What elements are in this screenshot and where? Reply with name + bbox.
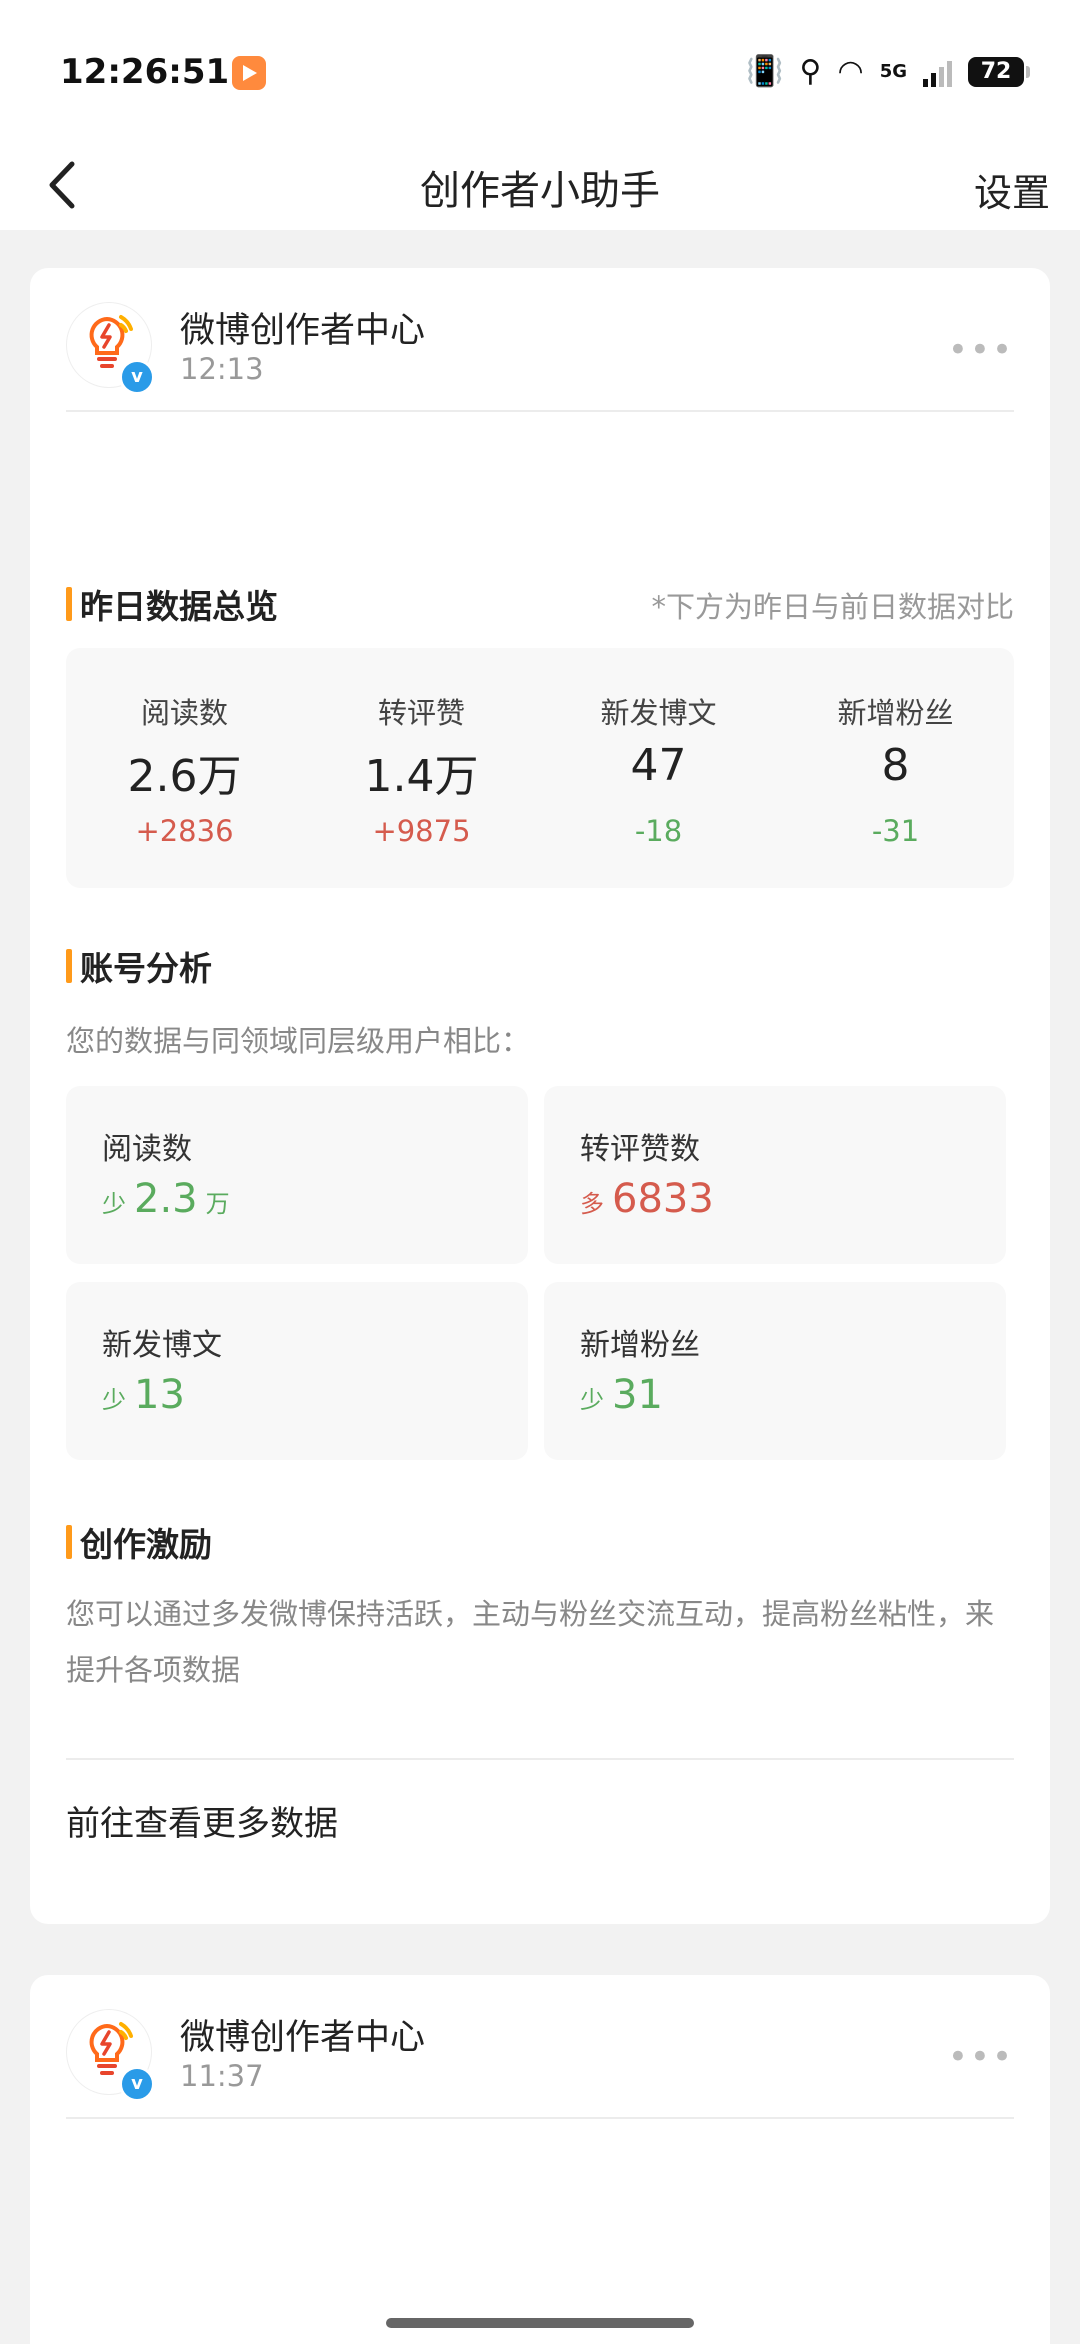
verified-badge-icon: v bbox=[119, 359, 155, 395]
stat-value: 47 bbox=[630, 740, 687, 791]
network-type: 5G bbox=[879, 61, 907, 82]
stat-delta: -31 bbox=[871, 814, 920, 848]
page-title: 创作者小助手 bbox=[420, 168, 660, 214]
analysis-cell-reads: 阅读数 少 2.3 万 bbox=[66, 1086, 528, 1264]
stat-label: 阅读数 bbox=[140, 696, 228, 730]
comparison-number: 31 bbox=[612, 1372, 663, 1418]
comparison-direction: 多 bbox=[580, 1190, 604, 1218]
analysis-subtitle: 您的数据与同领域同层级用户相比： bbox=[66, 1024, 531, 1058]
more-options-icon[interactable]: ••• bbox=[948, 2037, 1014, 2077]
video-app-icon bbox=[232, 56, 266, 90]
status-time: 12:26:51 bbox=[60, 52, 230, 92]
sender-name[interactable]: 微博创作者中心 bbox=[180, 2009, 425, 2060]
message-card: v 微博创作者中心 12:13 ••• 昨日数据总览 *下方为昨日与前日数据对比… bbox=[30, 268, 1050, 1924]
avatar[interactable]: v bbox=[66, 302, 155, 395]
stat-delta: +2836 bbox=[135, 814, 234, 848]
view-more-data-link[interactable]: 前往查看更多数据 bbox=[66, 1796, 338, 1845]
analysis-cell-new-posts: 新发博文 少 13 bbox=[66, 1282, 528, 1460]
analysis-value: 少 31 bbox=[580, 1372, 663, 1418]
analysis-label: 新增粉丝 bbox=[580, 1328, 700, 1363]
stat-label: 新增粉丝 bbox=[837, 696, 954, 730]
sender-name[interactable]: 微博创作者中心 bbox=[180, 302, 425, 353]
stat-value: 1.4万 bbox=[364, 751, 479, 802]
settings-button[interactable]: 设置 bbox=[974, 162, 1050, 217]
analysis-value: 少 13 bbox=[102, 1372, 185, 1418]
message-time: 12:13 bbox=[180, 352, 264, 386]
analysis-label: 新发博文 bbox=[102, 1328, 222, 1363]
stat-value: 2.6万 bbox=[127, 751, 242, 802]
analysis-label: 阅读数 bbox=[102, 1132, 192, 1167]
avatar[interactable]: v bbox=[66, 2009, 155, 2102]
message-header: v 微博创作者中心 12:13 ••• bbox=[66, 290, 1014, 412]
message-header: v 微博创作者中心 11:37 ••• bbox=[66, 1997, 1014, 2119]
home-indicator[interactable] bbox=[386, 2318, 694, 2328]
analysis-cell-engagement: 转评赞数 多 6833 bbox=[544, 1086, 1006, 1264]
analysis-value: 少 2.3 万 bbox=[102, 1176, 230, 1222]
comparison-number: 6833 bbox=[612, 1176, 714, 1222]
comparison-direction: 少 bbox=[580, 1386, 604, 1414]
more-options-icon[interactable]: ••• bbox=[948, 330, 1014, 370]
analysis-title: 账号分析 bbox=[66, 942, 212, 990]
incentive-text: 您可以通过多发微博保持活跃，主动与粉丝交流互动，提高粉丝粘性，来提升各项数据 bbox=[66, 1597, 995, 1687]
nav-bar: 创作者小助手 设置 bbox=[0, 140, 1080, 230]
wifi-icon: ◠ bbox=[837, 54, 864, 89]
comparison-unit: 万 bbox=[205, 1190, 230, 1218]
analysis-label: 转评赞数 bbox=[580, 1132, 700, 1167]
status-bar: 12:26:51 📳 ⚲ ◠ 5G 72 bbox=[0, 0, 1080, 140]
message-card: v 微博创作者中心 11:37 ••• bbox=[30, 1975, 1050, 2344]
stat-label: 转评赞 bbox=[377, 696, 465, 730]
battery-icon: 72 bbox=[968, 57, 1030, 87]
vibrate-icon: 📳 bbox=[746, 54, 784, 89]
overview-title: 昨日数据总览 bbox=[66, 580, 278, 628]
incentive-title: 创作激励 bbox=[66, 1518, 212, 1566]
signal-icon bbox=[923, 57, 952, 87]
overview-stats: 阅读数 2.6万 +2836 转评赞 1.4万 +9875 新发博文 47 -1… bbox=[66, 648, 1014, 888]
verified-badge-icon: v bbox=[119, 2066, 155, 2102]
stat-delta: +9875 bbox=[372, 814, 471, 848]
stat-delta: -18 bbox=[634, 814, 683, 848]
comparison-direction: 少 bbox=[102, 1386, 126, 1414]
analysis-value: 多 6833 bbox=[580, 1176, 714, 1222]
stat-value: 8 bbox=[881, 740, 910, 791]
status-icons: 📳 ⚲ ◠ 5G 72 bbox=[746, 52, 1030, 92]
comparison-number: 2.3 bbox=[134, 1176, 198, 1222]
overview-note: *下方为昨日与前日数据对比 bbox=[651, 590, 1014, 624]
comparison-number: 13 bbox=[134, 1372, 185, 1418]
location-icon: ⚲ bbox=[799, 54, 822, 89]
stat-label: 新发博文 bbox=[600, 696, 717, 730]
comparison-direction: 少 bbox=[102, 1190, 126, 1218]
message-time: 11:37 bbox=[180, 2059, 264, 2093]
divider bbox=[66, 1758, 1014, 1760]
analysis-cell-new-fans: 新增粉丝 少 31 bbox=[544, 1282, 1006, 1460]
